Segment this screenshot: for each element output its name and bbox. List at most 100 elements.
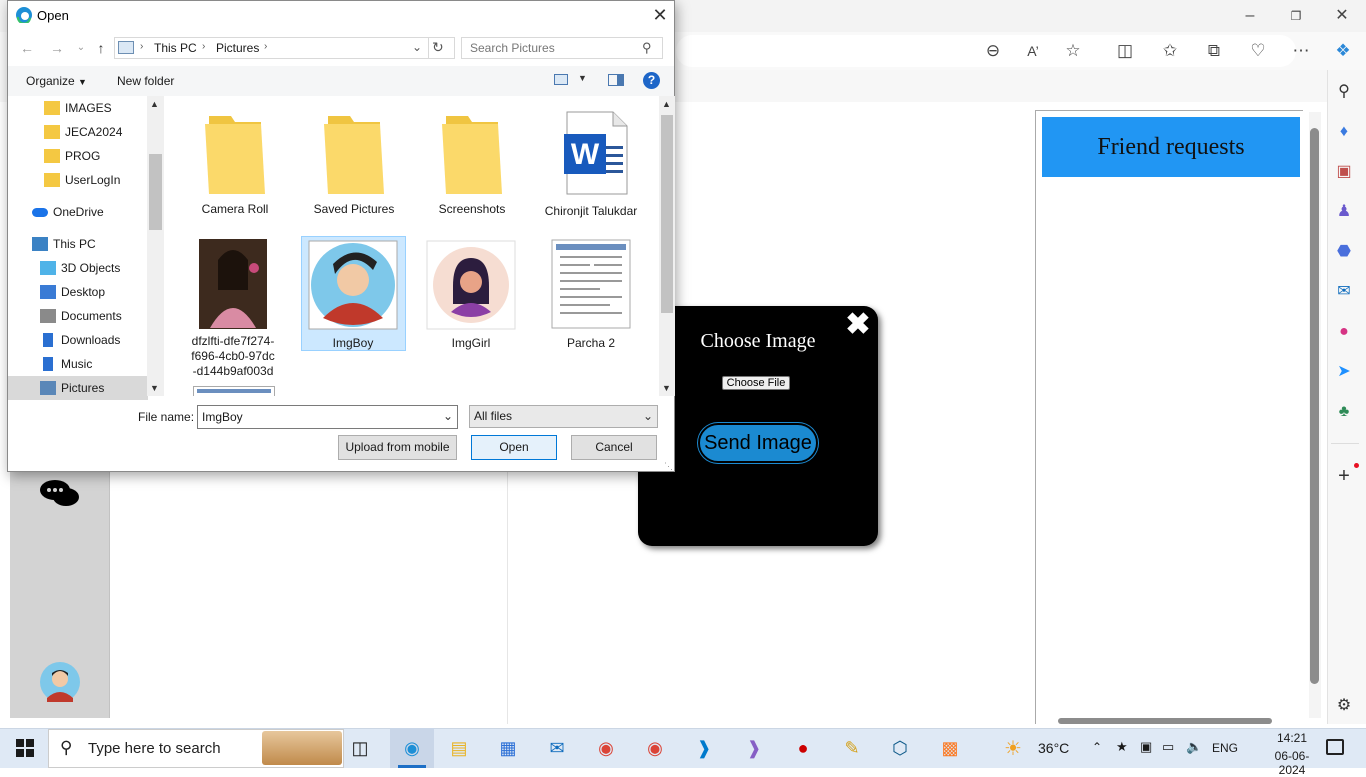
- change-view-icon[interactable]: [554, 74, 568, 85]
- horizontal-scrollbar-thumb[interactable]: [1058, 718, 1272, 724]
- temperature-text[interactable]: 36°C: [1038, 740, 1069, 756]
- nav-item-onedrive[interactable]: OneDrive: [8, 200, 148, 224]
- edge-taskbar-icon[interactable]: ◉: [398, 734, 426, 762]
- notifications-icon[interactable]: [1326, 739, 1344, 755]
- address-dropdown-icon[interactable]: ⌄: [412, 40, 422, 54]
- office-icon[interactable]: ⬣: [1333, 241, 1355, 263]
- search-icon[interactable]: ⚲: [1333, 81, 1355, 103]
- weather-icon[interactable]: ☀: [1004, 736, 1022, 761]
- nav-item-userlogin[interactable]: UserLogIn: [8, 168, 148, 192]
- send-image-button[interactable]: Send Image: [698, 423, 818, 463]
- resize-grip-icon[interactable]: ⋱: [664, 461, 673, 472]
- mail-icon[interactable]: ✉: [543, 734, 571, 762]
- chrome-profile-icon[interactable]: ◉: [592, 734, 620, 762]
- camera-icon[interactable]: ▣: [1140, 739, 1152, 755]
- read-aloud-icon[interactable]: A’: [1022, 40, 1044, 62]
- page-scrollbar-thumb[interactable]: [1310, 128, 1319, 684]
- virtualbox-icon[interactable]: ⬡: [886, 734, 914, 762]
- nav-scrollbar[interactable]: [147, 96, 164, 396]
- tree-icon[interactable]: ♣: [1333, 401, 1355, 423]
- choose-file-button[interactable]: Choose File: [722, 376, 790, 390]
- windows-start-icon[interactable]: [16, 739, 34, 757]
- breadcrumb-pictures[interactable]: Pictures: [216, 41, 259, 55]
- restore-icon[interactable]: ❐: [1286, 6, 1306, 26]
- browser-essentials-icon[interactable]: ♡: [1247, 40, 1269, 62]
- cancel-button[interactable]: Cancel: [571, 435, 657, 460]
- close-window-icon[interactable]: ✕: [1332, 6, 1352, 26]
- visual-studio-icon[interactable]: ❱: [740, 734, 768, 762]
- organize-button[interactable]: Organize ▼: [26, 74, 87, 88]
- file-tile-camera-roll[interactable]: Camera Roll: [180, 112, 290, 217]
- games-icon[interactable]: ♟: [1333, 201, 1355, 223]
- nav-scrollbar-thumb[interactable]: [149, 154, 162, 230]
- nav-item-music[interactable]: Music: [8, 352, 148, 376]
- search-pictures-input[interactable]: Search Pictures: [461, 37, 663, 59]
- file-tile-imgboy[interactable]: ImgBoy: [298, 238, 408, 351]
- nav-scroll-up-icon[interactable]: ▲: [150, 99, 159, 109]
- file-explorer-icon[interactable]: ▤: [445, 734, 473, 762]
- nav-item-prog[interactable]: PROG: [8, 144, 148, 168]
- copilot-designer-icon[interactable]: ●: [1333, 321, 1355, 343]
- up-arrow-icon[interactable]: ↑: [92, 39, 110, 57]
- copilot-icon[interactable]: ❖: [1332, 40, 1354, 62]
- recent-dropdown-icon[interactable]: ⌄: [72, 39, 90, 57]
- file-tile-imggirl[interactable]: ImgGirl: [416, 238, 526, 351]
- file-name-dropdown-icon[interactable]: ⌄: [443, 409, 453, 423]
- nav-item-jeca2024[interactable]: JECA2024: [8, 120, 148, 144]
- favorite-star-icon[interactable]: ☆: [1062, 40, 1084, 62]
- filter-dropdown-icon[interactable]: ⌄: [643, 409, 653, 423]
- open-button[interactable]: Open: [471, 435, 557, 460]
- zoom-out-icon[interactable]: ⊖: [982, 40, 1004, 62]
- store-icon[interactable]: ▦: [494, 734, 522, 762]
- file-type-filter[interactable]: All files: [469, 405, 658, 428]
- language-indicator[interactable]: ENG: [1212, 741, 1238, 755]
- tools-icon[interactable]: ▣: [1333, 161, 1355, 183]
- send-icon[interactable]: ➤: [1333, 361, 1355, 383]
- split-screen-icon[interactable]: ◫: [1114, 40, 1136, 62]
- breadcrumb-this-pc[interactable]: This PC: [154, 41, 197, 55]
- new-folder-button[interactable]: New folder: [117, 74, 174, 88]
- minimize-icon[interactable]: –: [1240, 6, 1260, 26]
- nav-item-pictures[interactable]: Pictures: [8, 376, 148, 400]
- dialog-close-icon[interactable]: ✕: [648, 4, 672, 26]
- vscode-icon[interactable]: ❱: [690, 734, 718, 762]
- network-icon[interactable]: ★: [1116, 739, 1128, 755]
- nav-item-this-pc[interactable]: This PC: [8, 232, 148, 256]
- file-tile-chironjit-talukdar[interactable]: W Chironjit Talukdar: [536, 110, 646, 219]
- collections-icon[interactable]: ⧉: [1203, 40, 1225, 62]
- battery-icon[interactable]: ▭: [1162, 739, 1174, 755]
- chat-icon[interactable]: [38, 478, 82, 510]
- nav-scroll-down-icon[interactable]: ▼: [150, 383, 159, 393]
- file-scroll-up-icon[interactable]: ▲: [662, 99, 671, 109]
- record-icon[interactable]: ●: [789, 734, 817, 762]
- xampp-icon[interactable]: ▩: [936, 734, 964, 762]
- file-name-input[interactable]: ImgBoy: [197, 405, 458, 429]
- volume-icon[interactable]: 🔈: [1186, 739, 1202, 755]
- nav-item-3d-objects[interactable]: 3D Objects: [8, 256, 148, 280]
- forward-arrow-icon[interactable]: →: [48, 39, 66, 57]
- file-tile-saved-pictures[interactable]: Saved Pictures: [299, 112, 409, 217]
- outlook-icon[interactable]: ✉: [1333, 281, 1355, 303]
- chrome-icon[interactable]: ◉: [641, 734, 669, 762]
- refresh-icon[interactable]: ↻: [432, 39, 444, 56]
- file-scroll-down-icon[interactable]: ▼: [662, 383, 671, 393]
- help-icon[interactable]: ?: [643, 72, 660, 89]
- view-dropdown-icon[interactable]: ▼: [578, 73, 587, 83]
- nav-item-downloads[interactable]: Downloads: [8, 328, 148, 352]
- file-scrollbar-thumb[interactable]: [661, 115, 673, 313]
- favorites-icon[interactable]: ✩: [1159, 40, 1181, 62]
- upload-from-mobile-button[interactable]: Upload from mobile: [338, 435, 457, 460]
- clock-date[interactable]: 06-06-2024: [1262, 749, 1322, 777]
- task-view-icon[interactable]: ◫: [346, 734, 374, 762]
- tools-app-icon[interactable]: ✎: [838, 734, 866, 762]
- user-avatar[interactable]: [40, 662, 80, 702]
- file-tile-screenshots[interactable]: Screenshots: [417, 112, 527, 217]
- back-arrow-icon[interactable]: ←: [18, 39, 36, 57]
- add-icon[interactable]: +: [1333, 465, 1355, 487]
- file-tile-photo[interactable]: dfzlfti-dfe7f274-f696-4cb0-97dc-d144b9af…: [178, 238, 288, 379]
- clock-time[interactable]: 14:21: [1262, 731, 1322, 745]
- close-icon[interactable]: ✖: [844, 309, 872, 341]
- shopping-tag-icon[interactable]: ♦: [1333, 121, 1355, 143]
- nav-item-images[interactable]: IMAGES: [8, 96, 148, 120]
- nav-item-documents[interactable]: Documents: [8, 304, 148, 328]
